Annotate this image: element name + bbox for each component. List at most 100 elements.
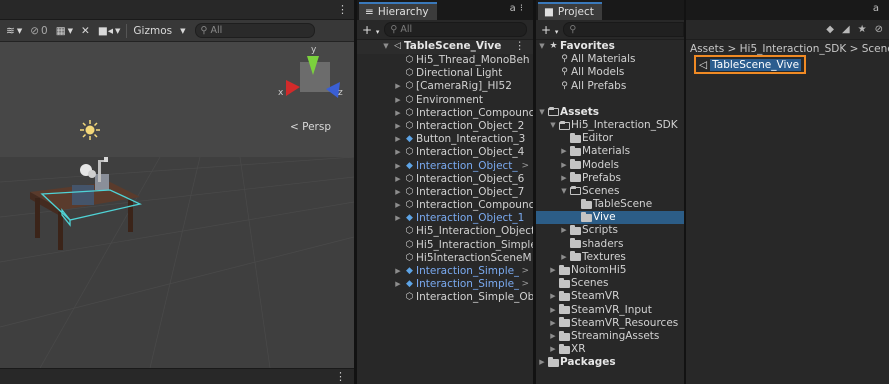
favorites-section[interactable]: ▼ ★ Favorites <box>536 40 684 53</box>
create-button[interactable]: + ▾ <box>362 23 379 37</box>
chevron-right-icon[interactable]: ▶ <box>548 343 558 356</box>
chevron-right-icon[interactable]: ▶ <box>393 212 403 225</box>
hierarchy-row[interactable]: ⬡ Interaction_Simple_Ob <box>357 291 533 304</box>
hierarchy-row[interactable]: ▶ ⬡ Interaction_Compounc <box>357 199 533 212</box>
hierarchy-root-row[interactable]: ▼ ◁ TableScene_Vive ⋮ <box>357 40 533 54</box>
chevron-right-icon[interactable]: ▶ <box>548 330 558 343</box>
folder-row[interactable]: ▶ SteamVR_Input <box>536 304 684 317</box>
chevron-right-icon[interactable]: ▶ <box>393 146 403 159</box>
folder-row[interactable]: shaders <box>536 238 684 251</box>
gizmos-dropdown[interactable]: ▼ <box>178 27 187 35</box>
chevron-right-icon[interactable]: ▶ <box>393 199 403 212</box>
chevron-right-icon[interactable]: ▶ <box>559 172 569 185</box>
hierarchy-search-input[interactable]: ⚲ All <box>384 22 527 37</box>
folder-row[interactable]: Vive <box>536 211 684 225</box>
chevron-right-icon[interactable]: ▶ <box>393 94 403 107</box>
chevron-down-icon[interactable]: ▼ <box>381 40 391 53</box>
tools-toggle[interactable]: ✕ <box>79 25 92 37</box>
folder-row[interactable]: ▶ SteamVR_Resources <box>536 317 684 330</box>
hierarchy-row[interactable]: ▶ ◆ Interaction_Simple_ > <box>357 265 533 278</box>
favorites-item[interactable]: ⚲ All Models <box>536 66 684 79</box>
lock-icon[interactable]: a <box>873 3 883 14</box>
folder-row[interactable]: ▶ SteamVR <box>536 290 684 303</box>
folder-row[interactable]: ▶ Scripts <box>536 224 684 237</box>
chevron-right-icon[interactable]: ▶ <box>393 160 403 173</box>
scene-menu-icon[interactable]: ⋮ <box>337 3 348 16</box>
persp-label[interactable]: < Persp <box>290 121 331 133</box>
menu-icon[interactable]: ⁝ <box>520 3 527 14</box>
camera-dropdown[interactable]: ■◂ ▼ <box>96 25 123 37</box>
hierarchy-row[interactable]: ⬡ Hi5InteractionSceneM <box>357 252 533 265</box>
folder-row[interactable]: ▶ Textures <box>536 251 684 264</box>
chevron-right-icon[interactable]: ▶ <box>393 186 403 199</box>
folder-row[interactable]: Scenes <box>536 277 684 290</box>
layers-toggle[interactable]: ⊘ 0 <box>28 25 50 37</box>
folder-row[interactable]: Editor <box>536 132 684 145</box>
favorite-star-icon[interactable]: ★ <box>858 24 867 35</box>
open-prefab-chevron[interactable]: > <box>521 265 529 278</box>
assets-section[interactable]: ▼ Assets <box>536 106 684 119</box>
chevron-right-icon[interactable]: ▶ <box>548 264 558 277</box>
project-content-panel[interactable]: a ◆ ◢ ★ ⊘ Assets > Hi5_Interaction_SDK >… <box>686 0 889 384</box>
hierarchy-row[interactable]: ▶ ⬡ [CameraRig]_HI52 <box>357 80 533 93</box>
breadcrumb[interactable]: Assets > Hi5_Interaction_SDK > Scenes <box>686 40 889 55</box>
hierarchy-row[interactable]: ▶ ◆ Button_Interaction_3 <box>357 133 533 146</box>
hierarchy-row[interactable]: ▶ ◆ Interaction_Object_ > <box>357 160 533 173</box>
hierarchy-row[interactable]: ▶ ⬡ Interaction_Object_4 <box>357 146 533 159</box>
chevron-right-icon[interactable]: ▶ <box>537 356 547 369</box>
chevron-right-icon[interactable]: ▶ <box>559 159 569 172</box>
chevron-down-icon[interactable]: ▼ <box>548 119 558 132</box>
scene-search-input[interactable]: ⚲ All <box>194 23 315 38</box>
hierarchy-row[interactable]: ▶ ⬡ Interaction_Object_2 <box>357 120 533 133</box>
chevron-right-icon[interactable]: ▶ <box>548 317 558 330</box>
chevron-right-icon[interactable]: ▶ <box>393 173 403 186</box>
folder-row[interactable]: ▶ NoitomHi5 <box>536 264 684 277</box>
scene-canvas[interactable]: y x z <box>0 42 354 368</box>
hierarchy-row[interactable]: ▶ ⬡ Interaction_Object_7 <box>357 186 533 199</box>
chevron-down-icon[interactable]: ▼ <box>537 106 547 119</box>
packages-section[interactable]: ▶ Packages <box>536 356 684 369</box>
favorites-item[interactable]: ⚲ All Prefabs <box>536 80 684 93</box>
chevron-right-icon[interactable]: ▶ <box>393 265 403 278</box>
hierarchy-panel[interactable]: ≡ Hierarchy a⁝ + ▾ ⚲ All ▼ ◁ TableScene_… <box>357 0 533 384</box>
project-search-input[interactable]: ⚲ <box>563 22 684 37</box>
scene-view[interactable]: ⋮ ≋ ▼ ⊘ 0 ▦ ▼ ✕ ■◂ ▼ Gizmos ▼ ⚲ All y x … <box>0 0 354 384</box>
folder-row[interactable]: ▼ Scenes <box>536 185 684 198</box>
project-create-button[interactable]: + ▾ <box>541 23 558 37</box>
hierarchy-row[interactable]: ▶ ⬡ Interaction_Compounc <box>357 107 533 120</box>
hierarchy-root-menu-icon[interactable]: ⋮ <box>515 40 526 53</box>
folder-row[interactable]: ▶ Models <box>536 159 684 172</box>
hierarchy-row[interactable]: ▶ ⬡ Interaction_Object_6 <box>357 173 533 186</box>
filter-type-icon[interactable]: ◆ <box>826 24 834 35</box>
directional-light-icon[interactable] <box>80 120 100 140</box>
chevron-right-icon[interactable]: ▶ <box>393 278 403 291</box>
hierarchy-row[interactable]: ⬡ Hi5_Thread_MonoBeh <box>357 54 533 67</box>
favorites-item[interactable]: ⚲ All Materials <box>536 53 684 66</box>
scene-footer-menu-icon[interactable]: ⋮ <box>335 370 346 383</box>
project-folder-panel[interactable]: ■ Project + ▾ ⚲ ▼ ★ Favorites ⚲ All Mater… <box>536 0 684 384</box>
tab-project[interactable]: ■ Project <box>538 2 602 20</box>
chevron-down-icon[interactable]: ▼ <box>537 40 547 53</box>
hidden-packages-icon[interactable]: ⊘ <box>875 24 883 35</box>
chevron-right-icon[interactable]: ▶ <box>393 133 403 146</box>
chevron-right-icon[interactable]: ▶ <box>548 304 558 317</box>
chevron-right-icon[interactable]: ▶ <box>559 145 569 158</box>
tab-hierarchy[interactable]: ≡ Hierarchy <box>359 2 437 20</box>
folder-row[interactable]: ▼ Hi5_Interaction_SDK <box>536 119 684 132</box>
chevron-right-icon[interactable]: ▶ <box>393 107 403 120</box>
folder-row[interactable]: ▶ Materials <box>536 145 684 158</box>
folder-row[interactable]: ▶ StreamingAssets <box>536 330 684 343</box>
chevron-right-icon[interactable]: ▶ <box>559 224 569 237</box>
chevron-right-icon[interactable]: ▶ <box>548 290 558 303</box>
asset-item-selected[interactable]: ◁ TableScene_Vive <box>694 55 807 74</box>
hierarchy-row[interactable]: ▶ ◆ Interaction_Simple_ > <box>357 278 533 291</box>
render-mode-dropdown[interactable]: ≋ ▼ <box>4 25 24 37</box>
hierarchy-row[interactable]: ▶ ⬡ Environment <box>357 94 533 107</box>
chevron-right-icon[interactable]: ▶ <box>393 120 403 133</box>
lock-icon[interactable]: a <box>510 3 520 14</box>
chevron-right-icon[interactable]: ▶ <box>559 251 569 264</box>
hierarchy-row[interactable]: ⬡ Hi5_Interaction_Simple <box>357 239 533 252</box>
hierarchy-row[interactable]: ▶ ◆ Interaction_Object_1 <box>357 212 533 225</box>
chevron-right-icon[interactable]: ▶ <box>393 80 403 93</box>
grid-toggle[interactable]: ▦ ▼ <box>54 25 75 37</box>
